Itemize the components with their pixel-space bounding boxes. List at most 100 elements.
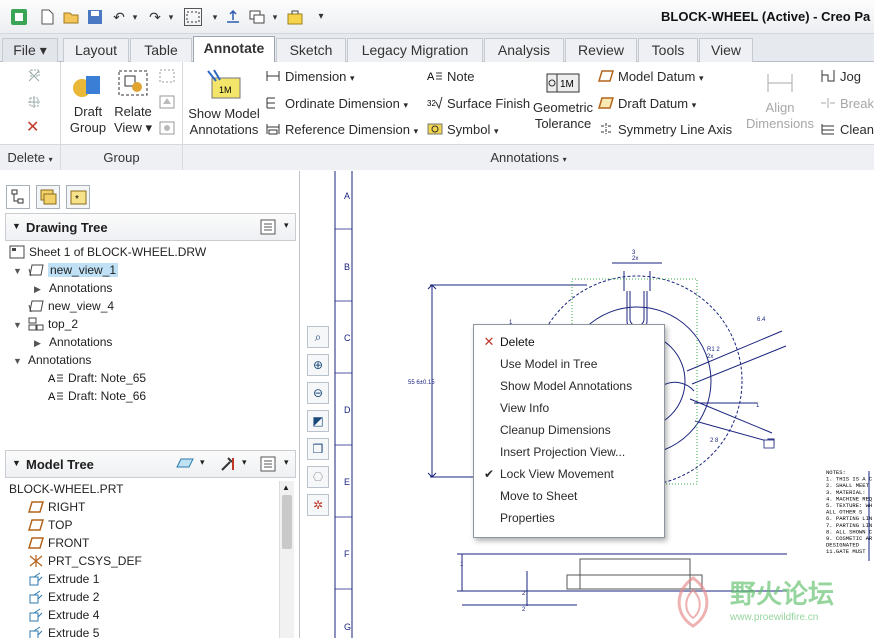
- annotations-group-label[interactable]: Annotations ▾: [183, 144, 874, 170]
- close-window-icon[interactable]: [286, 8, 304, 26]
- annotation-display-icon[interactable]: ✲: [307, 494, 329, 516]
- zoom-in-icon[interactable]: ⊕: [307, 354, 329, 376]
- tab-layout[interactable]: Layout: [63, 38, 129, 62]
- chevron-down-icon[interactable]: ▾: [284, 457, 289, 468]
- menu-item-show-model-annotations[interactable]: Show Model Annotations: [474, 375, 664, 397]
- menu-item-lock-view-movement[interactable]: ✔ Lock View Movement: [474, 463, 664, 485]
- scrollbar-thumb[interactable]: [282, 495, 292, 549]
- tab-view[interactable]: View: [699, 38, 753, 62]
- tree-item-annotations-3[interactable]: ▼ Annotations: [13, 351, 91, 369]
- tree-item-annotations-1[interactable]: ▶ Annotations: [34, 279, 112, 297]
- expand-icon[interactable]: ▶: [34, 280, 44, 298]
- model-datum-button[interactable]: Model Datum ▾: [597, 69, 703, 84]
- select-box-icon[interactable]: [184, 8, 202, 26]
- layers-tab-icon[interactable]: [36, 185, 60, 209]
- tree-item-new-view-4[interactable]: new_view_4: [28, 297, 114, 315]
- windows-icon[interactable]: [248, 8, 266, 26]
- menu-item-label: Use Model in Tree: [500, 357, 598, 371]
- save-icon[interactable]: [86, 8, 104, 26]
- chevron-down-icon: ▾: [48, 155, 53, 164]
- app-logo-icon[interactable]: [10, 8, 28, 26]
- redo-dropdown-icon[interactable]: ▾: [162, 8, 180, 26]
- expand-icon[interactable]: ▼: [13, 352, 23, 370]
- model-tree-item-extrude-2[interactable]: Extrude 2: [28, 588, 99, 606]
- menu-item-use-model-in-tree[interactable]: Use Model in Tree: [474, 353, 664, 375]
- expand-icon[interactable]: ▼: [13, 262, 23, 280]
- expand-icon[interactable]: ▶: [34, 334, 44, 352]
- tree-item-annotations-2[interactable]: ▶ Annotations: [34, 333, 112, 351]
- new-icon[interactable]: [38, 8, 56, 26]
- ruler-letter-d: D: [344, 405, 351, 415]
- repaint-icon[interactable]: ◩: [307, 410, 329, 432]
- model-tree-root[interactable]: BLOCK-WHEEL.PRT: [9, 480, 123, 498]
- tree-item-note-65[interactable]: A Draft: Note_65: [48, 369, 146, 387]
- model-tree-item-extrude-5[interactable]: Extrude 5: [28, 624, 99, 638]
- chevron-down-icon[interactable]: ▾: [242, 457, 247, 468]
- menu-item-properties[interactable]: Properties: [474, 507, 664, 529]
- delete-group-label[interactable]: Delete ▾: [0, 144, 60, 170]
- jog-button[interactable]: Jog: [820, 69, 861, 84]
- symmetry-line-axis-button[interactable]: Symmetry Line Axis: [598, 122, 732, 137]
- menu-item-delete[interactable]: ✕ Delete: [474, 331, 664, 353]
- relate-view-button[interactable]: Relate View ▾: [111, 68, 155, 136]
- delete-icon[interactable]: ✕: [26, 120, 39, 136]
- select-dropdown-icon[interactable]: ▾: [206, 8, 224, 26]
- model-tree-item-csys[interactable]: PRT_CSYS_DEF: [28, 552, 142, 570]
- tools-icon[interactable]: [218, 454, 240, 477]
- tab-analysis[interactable]: Analysis: [484, 38, 564, 62]
- tree-item-top-2[interactable]: ▼ top_2: [13, 315, 78, 333]
- tab-table[interactable]: Table: [130, 38, 192, 62]
- show-icon[interactable]: [174, 455, 196, 476]
- draft-datum-button[interactable]: Draft Datum ▾: [597, 96, 696, 111]
- geometric-tolerance-button[interactable]: 1M Geometric Tolerance: [530, 70, 596, 132]
- surface-finish-button[interactable]: 32 Surface Finish: [427, 96, 530, 111]
- display-style-icon[interactable]: ❒: [307, 438, 329, 460]
- model-tree-item-right[interactable]: RIGHT: [27, 498, 85, 516]
- tab-sketch[interactable]: Sketch: [276, 38, 346, 62]
- undo-dropdown-icon[interactable]: ▾: [126, 8, 144, 26]
- tree-item-note-66[interactable]: A Draft: Note_66: [48, 387, 146, 405]
- tree-item-new-view-1[interactable]: ▼ new_view_1: [13, 261, 119, 280]
- model-tree-item-extrude-1[interactable]: Extrude 1: [28, 570, 99, 588]
- symbol-button[interactable]: Symbol ▾: [427, 122, 499, 137]
- tab-legacy-migration[interactable]: Legacy Migration: [347, 38, 483, 62]
- regenerate-icon[interactable]: [224, 8, 242, 26]
- zoom-out-icon[interactable]: ⊖: [307, 382, 329, 404]
- model-tree-item-front[interactable]: FRONT: [27, 534, 89, 552]
- ruler-letter-b: B: [344, 262, 350, 272]
- ordinate-dimension-button[interactable]: Ordinate Dimension ▾: [265, 96, 408, 111]
- chevron-down-icon[interactable]: ▾: [200, 457, 205, 468]
- reference-dimension-button[interactable]: Reference Dimension ▾: [265, 122, 418, 137]
- menu-item-view-info[interactable]: View Info: [474, 397, 664, 419]
- model-tree-item-top[interactable]: TOP: [27, 516, 72, 534]
- tree-tab-icon[interactable]: [6, 185, 30, 209]
- menu-item-cleanup-dimensions[interactable]: Cleanup Dimensions: [474, 419, 664, 441]
- scroll-up-icon[interactable]: ▲: [282, 483, 290, 492]
- zoom-fit-icon[interactable]: ⌕: [307, 326, 329, 348]
- open-icon[interactable]: [62, 8, 80, 26]
- customize-icon[interactable]: ▾: [312, 8, 330, 26]
- model-tree-scrollbar[interactable]: ▲: [279, 481, 294, 638]
- tree-settings-icon[interactable]: [258, 218, 278, 239]
- dimension-button[interactable]: Dimension ▾: [265, 69, 355, 84]
- show-model-annotations-button[interactable]: 1M Show Model Annotations: [187, 68, 261, 138]
- tab-annotate[interactable]: Annotate: [193, 36, 275, 63]
- view-icon: [28, 263, 44, 277]
- model-tree-item-extrude-4[interactable]: Extrude 4: [28, 606, 99, 624]
- menu-item-move-to-sheet[interactable]: Move to Sheet: [474, 485, 664, 507]
- tab-review[interactable]: Review: [565, 38, 637, 62]
- chevron-down-icon[interactable]: ▾: [284, 220, 289, 231]
- collapse-icon[interactable]: ▼: [12, 221, 21, 231]
- favorites-tab-icon[interactable]: *: [66, 185, 90, 209]
- clean-button[interactable]: Clean: [820, 122, 874, 137]
- expand-icon[interactable]: ▼: [13, 316, 23, 334]
- tab-tools[interactable]: Tools: [638, 38, 698, 62]
- tree-settings-icon[interactable]: [258, 455, 278, 476]
- note-button[interactable]: A Note: [427, 69, 474, 84]
- menu-item-insert-projection-view[interactable]: Insert Projection View...: [474, 441, 664, 463]
- collapse-icon[interactable]: ▼: [12, 458, 21, 468]
- windows-dropdown-icon[interactable]: ▾: [266, 8, 284, 26]
- tab-file[interactable]: File ▾: [2, 38, 58, 62]
- draft-group-button[interactable]: Draft Group: [66, 70, 110, 136]
- tree-item-sheet[interactable]: Sheet 1 of BLOCK-WHEEL.DRW: [9, 243, 206, 261]
